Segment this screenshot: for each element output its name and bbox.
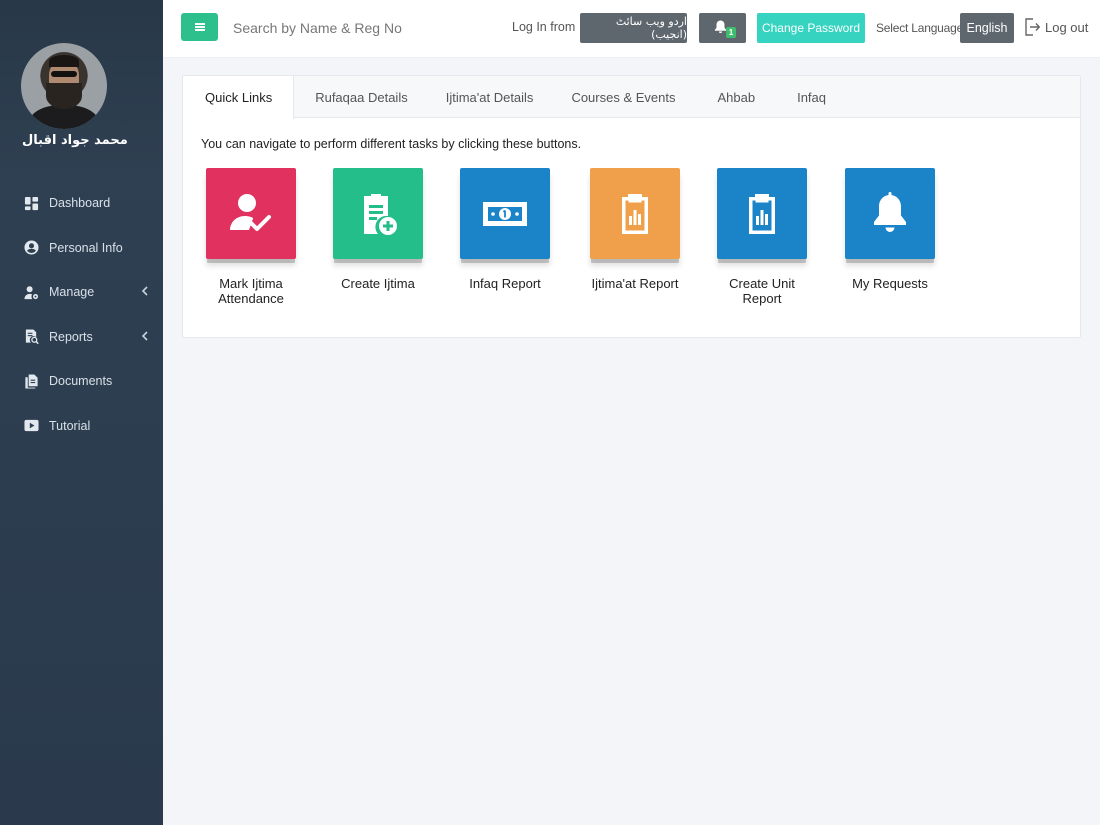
tile-my-requests[interactable]: My Requests [844, 168, 936, 291]
tile-ijtimaat-report[interactable]: Ijtima'at Report [589, 168, 681, 291]
tile-box [206, 168, 296, 259]
urdu-website-button[interactable]: اردو ویب سائٹ (انجیب) [580, 13, 687, 43]
notification-count-badge: 1 [726, 27, 736, 38]
tile-label: My Requests [852, 276, 928, 291]
tile-box [845, 168, 935, 259]
logout-label: Log out [1045, 19, 1089, 35]
profile-section: محمد جواد اقبال [0, 0, 163, 183]
tile-create-ijtima[interactable]: Create Ijtima [332, 168, 424, 291]
sidebar-item-label: Manage [49, 285, 95, 300]
select-language-label: Select Language [876, 21, 964, 35]
intro-text: You can navigate to perform different ta… [201, 137, 582, 151]
sidebar-item-label: Personal Info [49, 240, 123, 255]
banknote-icon [483, 201, 527, 226]
sidebar-item-manage[interactable]: Manage [0, 270, 163, 315]
tab-ahbab[interactable]: Ahbab [675, 76, 755, 118]
chevron-left-icon [141, 330, 149, 344]
notifications-button[interactable]: 1 [699, 13, 746, 43]
sidebar-item-label: Tutorial [49, 418, 91, 433]
tab-ijtimaat-details[interactable]: Ijtima'at Details [408, 76, 534, 118]
sidebar-item-label: Dashboard [49, 196, 111, 211]
sidebar-item-reports[interactable]: Reports [0, 315, 163, 360]
tile-create-unit-report[interactable]: Create Unit Report [716, 168, 808, 306]
sidebar-item-personal-info[interactable]: Personal Info [0, 226, 163, 271]
tile-label: Create Unit Report [729, 276, 795, 306]
tile-box [590, 168, 680, 259]
clipboard-chart-icon [622, 193, 648, 234]
top-bar: Log In from اردو ویب سائٹ (انجیب) 1 Chan… [163, 0, 1100, 58]
tile-label: Infaq Report [469, 276, 541, 291]
change-password-button[interactable]: Change Password [757, 13, 865, 43]
profile-name: محمد جواد اقبال [22, 133, 128, 148]
hamburger-icon [194, 23, 205, 31]
bell-icon [874, 191, 906, 232]
sidebar: محمد جواد اقبال Dashboard Personal Info … [0, 0, 163, 825]
search-input[interactable] [233, 16, 483, 40]
play-icon [23, 418, 39, 434]
report-search-icon [23, 329, 39, 345]
sidebar-nav: Dashboard Personal Info Manage Reports D… [0, 181, 163, 448]
user-cog-icon [23, 284, 39, 300]
sidebar-item-label: Reports [49, 329, 93, 344]
tile-infaq-report[interactable]: Infaq Report [459, 168, 551, 291]
tile-box [717, 168, 807, 259]
tile-label: Mark Ijtima Attendance [218, 276, 284, 306]
sidebar-item-tutorial[interactable]: Tutorial [0, 404, 163, 449]
tile-mark-ijtima-attendance[interactable]: Mark Ijtima Attendance [205, 168, 297, 306]
tile-box [333, 168, 423, 259]
tile-box [460, 168, 550, 259]
language-button[interactable]: English [960, 13, 1014, 43]
menu-toggle-button[interactable] [181, 13, 218, 41]
user-circle-icon [23, 240, 39, 256]
tile-label: Ijtima'at Report [591, 276, 679, 291]
sidebar-item-label: Documents [49, 374, 113, 389]
tab-courses-events[interactable]: Courses & Events [533, 76, 675, 118]
quick-links-card: Quick Links Rufaqaa Details Ijtima'at De… [182, 75, 1081, 338]
tab-bar: Quick Links Rufaqaa Details Ijtima'at De… [183, 76, 1080, 119]
tab-quick-links[interactable]: Quick Links [183, 76, 295, 119]
chevron-left-icon [141, 285, 149, 299]
dashboard-icon [23, 195, 39, 211]
sidebar-item-documents[interactable]: Documents [0, 359, 163, 404]
logout-icon [1025, 18, 1040, 36]
avatar[interactable] [21, 43, 107, 129]
tile-label: Create Ijtima [341, 276, 415, 291]
tab-rufaqaa-details[interactable]: Rufaqaa Details [294, 76, 408, 118]
clipboard-chart-icon [749, 193, 775, 234]
login-from-label: Log In from [512, 20, 576, 34]
logout-button[interactable]: Log out [1024, 18, 1088, 36]
user-check-icon [230, 193, 271, 231]
clipboard-plus-icon [364, 193, 397, 235]
tab-infaq[interactable]: Infaq [755, 76, 826, 118]
documents-icon [23, 373, 39, 389]
sidebar-item-dashboard[interactable]: Dashboard [0, 181, 163, 226]
